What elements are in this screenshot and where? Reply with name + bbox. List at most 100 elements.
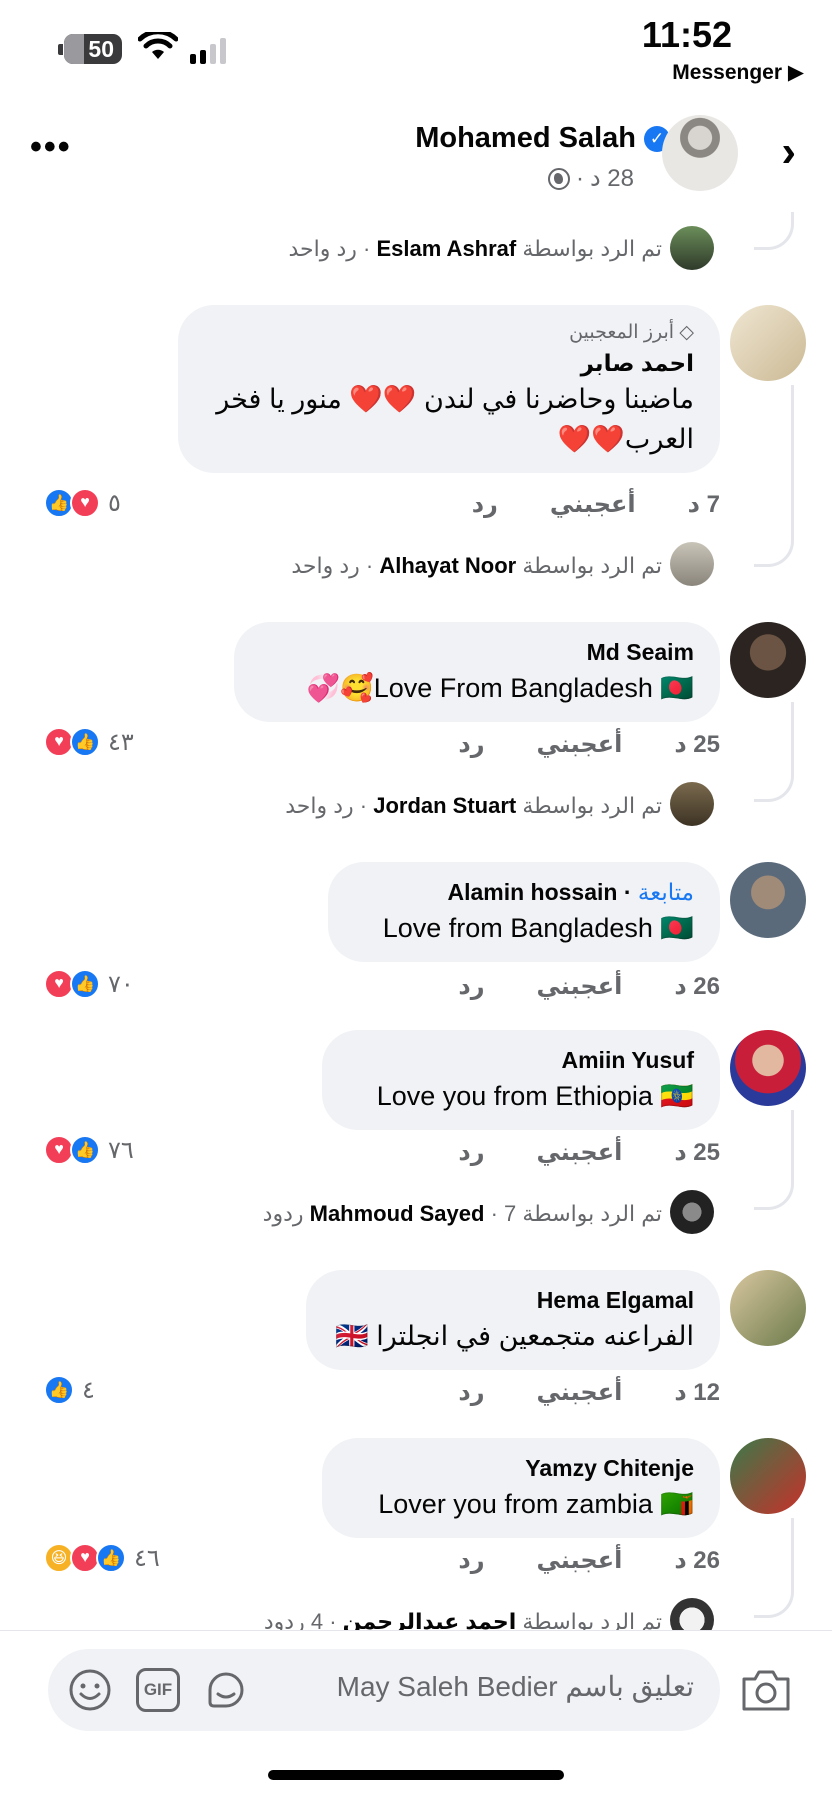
- love-icon: ♥: [70, 488, 100, 518]
- reply-button[interactable]: رد: [458, 1138, 484, 1167]
- commenter-avatar[interactable]: [730, 305, 806, 381]
- reply-author: Mahmoud Sayed: [309, 1201, 485, 1226]
- reaction-summary[interactable]: 👍 ♥ ٥: [44, 488, 121, 518]
- battery-icon: 50: [58, 34, 122, 64]
- emoji-icon[interactable]: [68, 1668, 112, 1712]
- comment-text: ماضينا وحاضرنا في لندن ❤️❤️ منور يا فخر …: [216, 384, 694, 454]
- home-indicator[interactable]: [268, 1770, 564, 1780]
- like-icon: 👍: [44, 1375, 74, 1405]
- gif-label: GIF: [143, 1680, 173, 1699]
- like-button[interactable]: أعجبني: [537, 972, 623, 1001]
- signal-icon: [190, 38, 226, 64]
- comment-bubble[interactable]: Amiin Yusuf Love you from Ethiopia 🇪🇹: [322, 1030, 720, 1130]
- commenter-avatar[interactable]: [730, 1270, 806, 1346]
- thread-line: [754, 1110, 794, 1210]
- commenter-avatar[interactable]: [730, 622, 806, 698]
- reply-prefix: تم الرد بواسطة: [522, 1201, 662, 1226]
- reaction-summary[interactable]: 😆 ♥ 👍 ٤٦: [44, 1543, 160, 1573]
- like-button[interactable]: أعجبني: [537, 1378, 623, 1407]
- comment-bubble[interactable]: متابعة · Alamin hossain Love from Bangla…: [328, 862, 720, 962]
- like-button[interactable]: أعجبني: [550, 490, 636, 519]
- thread-line: [754, 1518, 794, 1618]
- comment-time: 7 د: [687, 491, 720, 518]
- more-icon[interactable]: •••: [30, 130, 72, 164]
- comment-actions: 25 د أعجبني رد: [406, 730, 720, 759]
- reply-button[interactable]: رد: [458, 1546, 484, 1575]
- reply-count: · رد واحد: [285, 793, 368, 818]
- comment-time: 26 د: [674, 973, 720, 1000]
- comment-bubble[interactable]: Md Seaim Love From Bangladesh 🇧🇩🥰💞: [234, 622, 720, 722]
- thread-line: [754, 212, 794, 250]
- reply-avatar[interactable]: [670, 1190, 714, 1234]
- sticker-icon[interactable]: [204, 1668, 248, 1712]
- reaction-summary[interactable]: ♥ 👍 ٧٠: [44, 969, 134, 999]
- commenter-name[interactable]: Md Seaim: [260, 636, 694, 668]
- view-replies-link[interactable]: تم الرد بواسطة Alhayat Noor · رد واحد: [291, 553, 662, 579]
- view-replies-link[interactable]: تم الرد بواسطة Jordan Stuart · رد واحد: [285, 793, 662, 819]
- back-to-app-link[interactable]: Messenger ▶: [672, 60, 804, 85]
- diamond-icon: ◇: [679, 322, 694, 343]
- reply-prefix: تم الرد بواسطة: [522, 793, 662, 818]
- commenter-avatar[interactable]: [730, 1438, 806, 1514]
- comment-bubble[interactable]: ◇ أبرز المعجبين احمد صابر ماضينا وحاضرنا…: [178, 305, 720, 473]
- status-bar: 50 11:52 Messenger ▶: [0, 0, 832, 95]
- comment-actions: 26 د أعجبني رد: [406, 972, 720, 1001]
- reply-author: Eslam Ashraf: [376, 236, 517, 261]
- commenter-avatar[interactable]: [730, 862, 806, 938]
- like-icon: 👍: [96, 1543, 126, 1573]
- reply-avatar[interactable]: [670, 542, 714, 586]
- like-button[interactable]: أعجبني: [537, 1138, 623, 1167]
- comment-input[interactable]: [274, 1671, 694, 1703]
- commenter-name[interactable]: Amiin Yusuf: [348, 1044, 695, 1076]
- reply-button[interactable]: رد: [458, 730, 484, 759]
- comment-time: 26 د: [674, 1547, 720, 1574]
- comment-text: Lover you from zambia 🇿🇲: [378, 1489, 694, 1519]
- camera-icon[interactable]: [740, 1667, 792, 1713]
- reply-button[interactable]: رد: [472, 490, 498, 519]
- commenter-name[interactable]: احمد صابر: [204, 347, 694, 379]
- commenter-name[interactable]: Yamzy Chitenje: [348, 1452, 694, 1484]
- reaction-summary[interactable]: ♥ 👍 ٤٣: [44, 727, 134, 757]
- view-replies-link[interactable]: تم الرد بواسطة Mahmoud Sayed · 7 ردود: [263, 1201, 662, 1227]
- view-replies-link[interactable]: تم الرد بواسطة Eslam Ashraf · رد واحد: [288, 236, 662, 262]
- comment-time: 25 د: [674, 1139, 720, 1166]
- comment-time: 12 د: [674, 1379, 720, 1406]
- commenter-name[interactable]: Hema Elgamal: [332, 1284, 694, 1316]
- thread-line: [754, 702, 794, 802]
- like-button[interactable]: أعجبني: [537, 1546, 623, 1575]
- post-time[interactable]: 28 د: [590, 164, 634, 193]
- reply-author: Alhayat Noor: [379, 553, 517, 578]
- comment-bubble[interactable]: Hema Elgamal الفراعنه متجمعين في انجلترا…: [306, 1270, 720, 1370]
- thread-line: [754, 385, 794, 567]
- comment-actions: 7 د أعجبني رد: [420, 490, 720, 519]
- reaction-count: ٤٦: [134, 1544, 160, 1572]
- reply-author: Jordan Stuart: [373, 793, 517, 818]
- comment-actions: 26 د أعجبني رد: [406, 1546, 720, 1575]
- wifi-icon: [138, 32, 178, 59]
- comment-text: Love from Bangladesh 🇧🇩: [382, 913, 694, 943]
- author-avatar[interactable]: [662, 115, 738, 191]
- author-name[interactable]: Mohamed Salah: [415, 122, 636, 155]
- commenter-name[interactable]: Alamin hossain: [447, 879, 617, 905]
- reply-avatar[interactable]: [670, 782, 714, 826]
- like-icon: 👍: [70, 727, 100, 757]
- reply-avatar[interactable]: [670, 226, 714, 270]
- reaction-summary[interactable]: 👍 ٤: [44, 1375, 95, 1405]
- reply-prefix: تم الرد بواسطة: [522, 553, 662, 578]
- comment-text: Love From Bangladesh 🇧🇩🥰💞: [306, 673, 694, 703]
- chevron-right-icon[interactable]: ›: [781, 130, 796, 174]
- reaction-count: ٧٠: [108, 970, 134, 998]
- composer-field[interactable]: GIF: [48, 1649, 720, 1731]
- reply-button[interactable]: رد: [458, 1378, 484, 1407]
- reply-button[interactable]: رد: [458, 972, 484, 1001]
- commenter-avatar[interactable]: [730, 1030, 806, 1106]
- comment-actions: 25 د أعجبني رد: [406, 1138, 720, 1167]
- like-icon: 👍: [70, 969, 100, 999]
- follow-button[interactable]: متابعة: [638, 879, 694, 905]
- reaction-count: ٤: [82, 1376, 95, 1404]
- reaction-summary[interactable]: ♥ 👍 ٧٦: [44, 1135, 134, 1165]
- comment-bubble[interactable]: Yamzy Chitenje Lover you from zambia 🇿🇲: [322, 1438, 720, 1538]
- like-icon: 👍: [70, 1135, 100, 1165]
- gif-icon[interactable]: GIF: [136, 1668, 180, 1712]
- like-button[interactable]: أعجبني: [537, 730, 623, 759]
